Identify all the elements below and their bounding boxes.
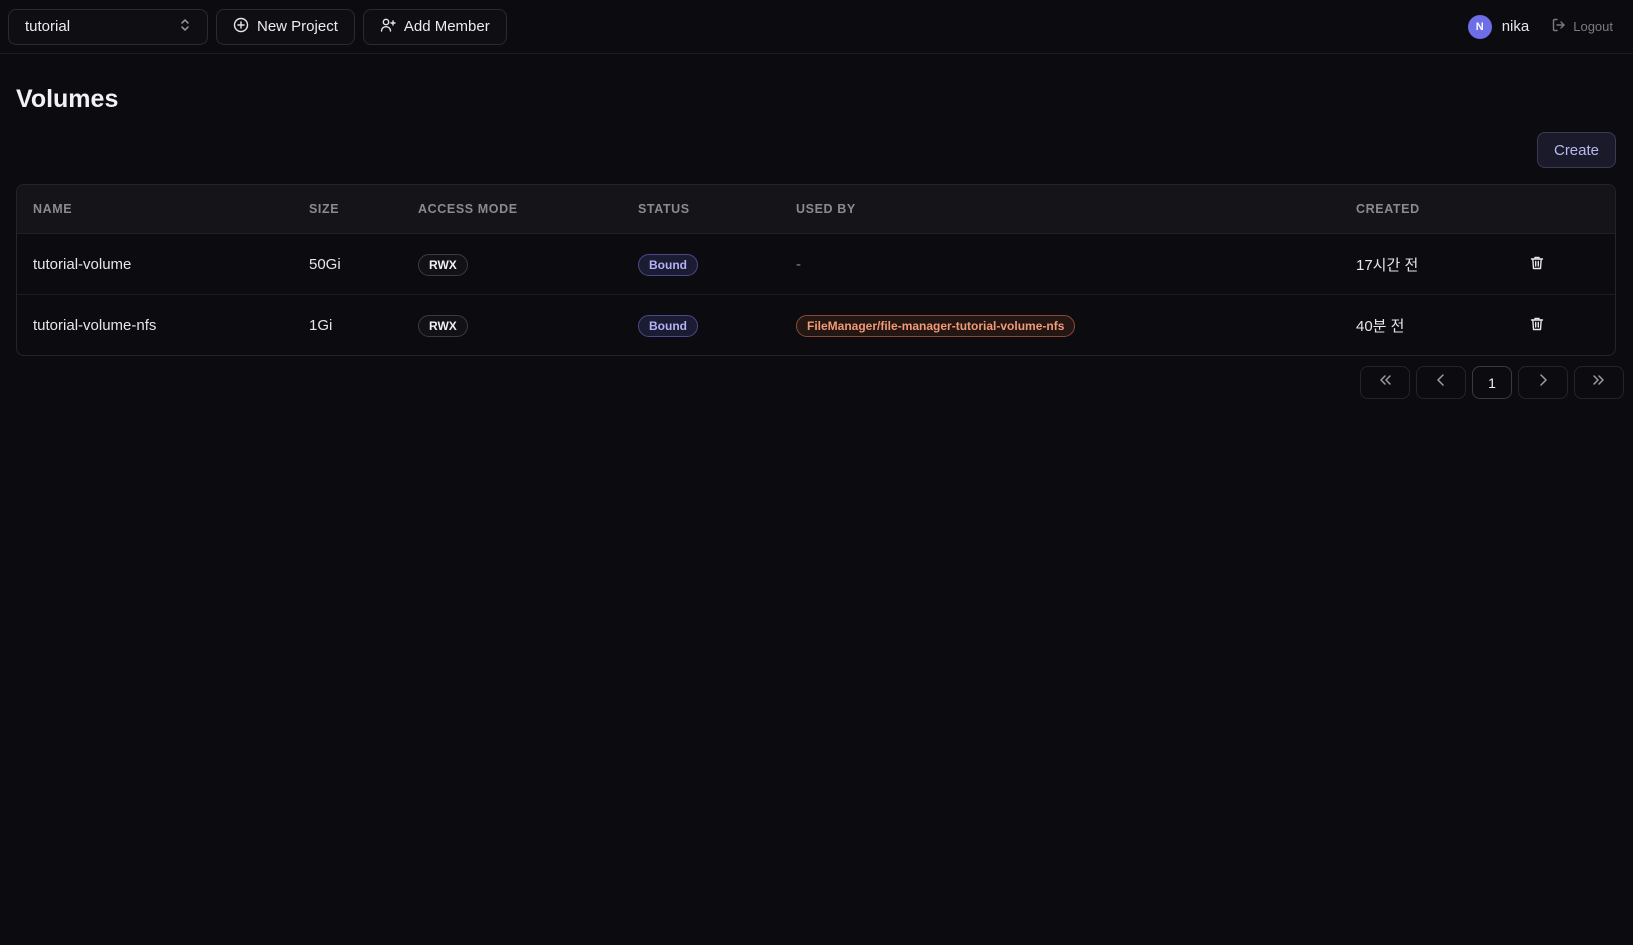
current-page-button[interactable]: 1 (1472, 366, 1512, 399)
volumes-table: NAME SIZE ACCESS MODE STATUS USED BY CRE… (16, 184, 1616, 356)
pagination: 1 (1360, 366, 1624, 399)
project-select-value: tutorial (25, 18, 71, 35)
top-bar: tutorial New Project Add Member N nika L… (0, 0, 1633, 54)
chevron-left-icon (1432, 371, 1450, 394)
trash-icon (1529, 255, 1545, 275)
username: nika (1501, 18, 1530, 35)
logout-icon (1551, 17, 1567, 36)
logout-button[interactable]: Logout (1551, 17, 1613, 36)
column-header-status: STATUS (638, 202, 690, 216)
access-mode-badge: RWX (418, 314, 468, 337)
volume-size: 50Gi (309, 256, 341, 273)
create-button[interactable]: Create (1537, 132, 1616, 168)
new-project-label: New Project (257, 18, 338, 35)
volume-name: tutorial-volume (33, 256, 132, 273)
project-select[interactable]: tutorial (8, 8, 208, 45)
delete-button[interactable] (1529, 295, 1545, 355)
chevron-right-icon (1534, 371, 1552, 394)
column-header-created: CREATED (1356, 202, 1420, 216)
last-page-button[interactable] (1574, 366, 1624, 399)
column-header-access-mode: ACCESS MODE (418, 202, 518, 216)
user-plus-icon (380, 17, 396, 37)
column-header-name: NAME (33, 202, 73, 216)
chevron-up-down-icon (179, 18, 191, 36)
used-by-value: - (796, 256, 801, 273)
column-header-used-by: USED BY (796, 202, 856, 216)
avatar: N (1467, 14, 1492, 39)
chevrons-right-icon (1590, 371, 1608, 394)
used-by-badge[interactable]: FileManager/file-manager-tutorial-volume… (796, 314, 1076, 337)
next-page-button[interactable] (1518, 366, 1568, 399)
chevrons-left-icon (1376, 371, 1394, 394)
new-project-button[interactable]: New Project (216, 8, 355, 45)
first-page-button[interactable] (1360, 366, 1410, 399)
table-row[interactable]: tutorial-volume 50Gi RWX Bound - 17시간 전 (17, 234, 1615, 295)
add-member-label: Add Member (403, 18, 490, 35)
column-header-size: SIZE (309, 202, 340, 216)
add-member-button[interactable]: Add Member (362, 8, 507, 45)
volume-size: 1Gi (309, 317, 333, 334)
table-row[interactable]: tutorial-volume-nfs 1Gi RWX Bound FileMa… (17, 295, 1615, 355)
plus-circle-icon (233, 17, 249, 37)
status-badge: Bound (638, 253, 698, 276)
created-time: 17시간 전 (1356, 257, 1419, 274)
logout-label: Logout (1573, 19, 1613, 34)
volume-name: tutorial-volume-nfs (33, 317, 157, 334)
trash-icon (1529, 316, 1545, 336)
table-header: NAME SIZE ACCESS MODE STATUS USED BY CRE… (17, 185, 1615, 234)
access-mode-badge: RWX (418, 253, 468, 276)
created-time: 40분 전 (1356, 318, 1405, 335)
previous-page-button[interactable] (1416, 366, 1466, 399)
user-menu[interactable]: N nika (1467, 14, 1530, 39)
page-title: Volumes (16, 85, 119, 113)
status-badge: Bound (638, 314, 698, 337)
delete-button[interactable] (1529, 234, 1545, 295)
